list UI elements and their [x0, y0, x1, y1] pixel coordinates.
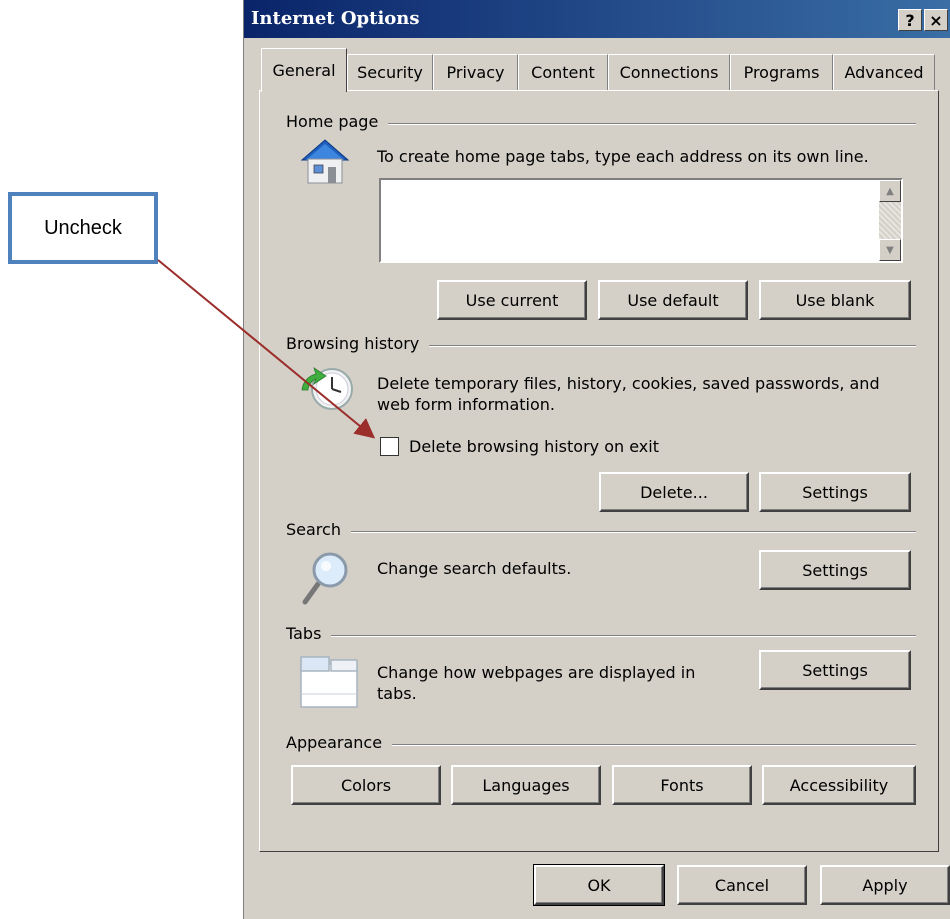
languages-button[interactable]: Languages — [451, 765, 601, 805]
search-heading: Search — [286, 520, 351, 539]
cancel-button[interactable]: Cancel — [677, 865, 807, 905]
tabs-divider — [286, 635, 916, 637]
tabs-description: Change how webpages are displayed in tab… — [377, 663, 696, 703]
tab-content[interactable]: Content — [518, 54, 608, 90]
delete-history-on-exit-label[interactable]: Delete browsing history on exit — [409, 436, 659, 457]
browsing-history-description: Delete temporary files, history, cookies… — [377, 374, 880, 414]
scroll-up-button[interactable]: ▲ — [879, 180, 901, 202]
close-button[interactable]: × — [924, 9, 948, 31]
callout-text: Uncheck — [44, 216, 122, 239]
use-default-button[interactable]: Use default — [598, 280, 748, 320]
colors-button[interactable]: Colors — [291, 765, 441, 805]
tab-privacy[interactable]: Privacy — [433, 54, 518, 90]
apply-button[interactable]: Apply — [820, 865, 950, 905]
home-page-description: To create home page tabs, type each addr… — [377, 147, 869, 166]
search-settings-button[interactable]: Settings — [759, 550, 911, 590]
home-page-heading: Home page — [286, 112, 389, 131]
use-blank-button[interactable]: Use blank — [759, 280, 911, 320]
use-current-button[interactable]: Use current — [437, 280, 587, 320]
history-clock-icon — [301, 367, 353, 410]
tab-connections[interactable]: Connections — [608, 54, 730, 90]
search-divider — [286, 531, 916, 533]
callout-box: Uncheck — [8, 192, 158, 264]
ok-button[interactable]: OK — [533, 864, 665, 906]
tabs-heading: Tabs — [286, 624, 332, 643]
scroll-down-button[interactable]: ▼ — [879, 239, 901, 261]
house-icon — [300, 139, 350, 184]
history-settings-button[interactable]: Settings — [759, 472, 911, 512]
home-page-address-input[interactable]: ▲ ▼ — [379, 178, 903, 263]
delete-history-button[interactable]: Delete... — [599, 472, 749, 512]
home-page-scrollbar[interactable]: ▲ ▼ — [879, 180, 901, 261]
search-description: Change search defaults. — [377, 559, 572, 578]
fonts-button[interactable]: Fonts — [612, 765, 752, 805]
tab-programs[interactable]: Programs — [730, 54, 833, 90]
window-title: Internet Options — [251, 8, 420, 29]
tab-security[interactable]: Security — [347, 54, 433, 90]
internet-options-dialog: Internet Options ? × General Security Pr… — [243, 0, 950, 919]
tab-advanced[interactable]: Advanced — [833, 54, 935, 90]
browsing-history-heading: Browsing history — [286, 334, 430, 353]
tab-general[interactable]: General — [261, 48, 347, 92]
appearance-heading: Appearance — [286, 733, 393, 752]
accessibility-button[interactable]: Accessibility — [762, 765, 916, 805]
title-bar[interactable]: Internet Options ? × — [244, 0, 950, 38]
magnifier-icon — [302, 552, 348, 605]
delete-history-on-exit-checkbox[interactable] — [380, 437, 399, 456]
tabs-settings-button[interactable]: Settings — [759, 650, 911, 690]
tabs-window-icon — [300, 656, 358, 708]
help-button[interactable]: ? — [898, 9, 922, 31]
